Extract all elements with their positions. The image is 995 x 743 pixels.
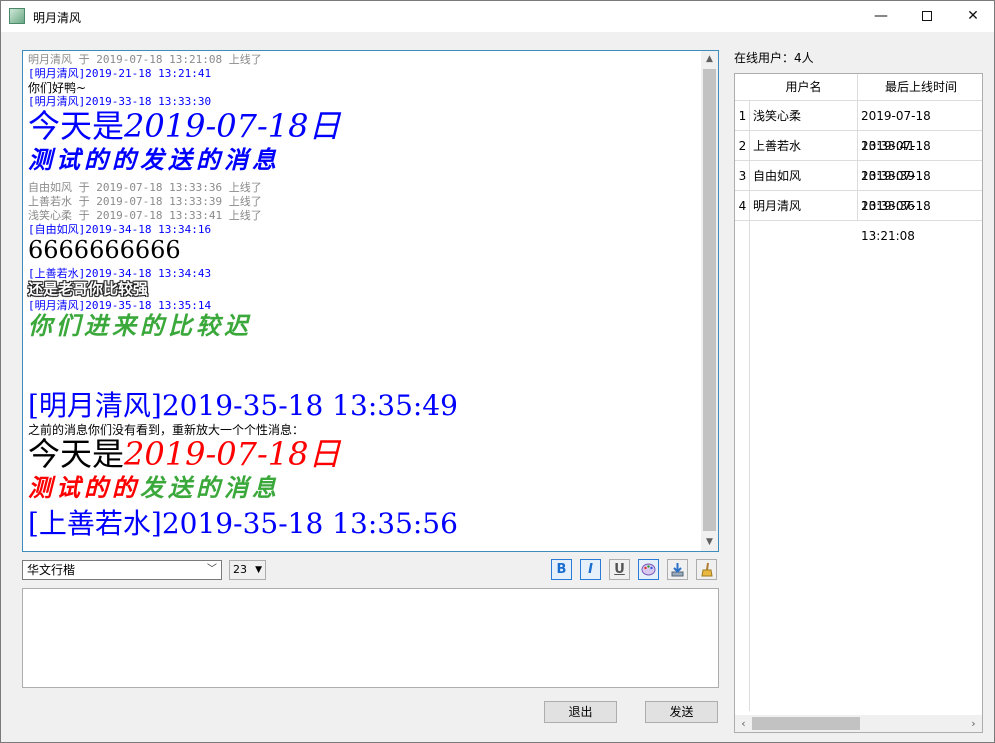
message-fragment: 发送的消息 — [140, 473, 280, 502]
message-fragment: 今天是 — [28, 435, 125, 473]
minimize-button[interactable]: — — [858, 1, 904, 32]
row-number: 1 — [738, 109, 747, 123]
column-header-last-online[interactable]: 最后上线时间 — [858, 74, 982, 101]
chevron-down-icon: ﹀ — [207, 564, 217, 575]
chat-messages: 明月清风 于 2019-07-18 13:21:08 上线了 [明月清风]2019… — [28, 54, 703, 542]
table-row[interactable]: 4 明月清风 2019-07-18 13:21:08 — [735, 191, 982, 243]
format-toolbar: 华文行楷 ﹀ 23 ▼ B I U — [22, 558, 719, 582]
chat-message: 自由如风 于 2019-07-18 13:33:36 上线了 — [28, 181, 262, 194]
last-online-cell: 2019-07-18 13:33:41 — [861, 109, 931, 153]
chat-scrollbar[interactable]: ▲ ▼ — [701, 51, 718, 551]
bold-button[interactable]: B — [551, 559, 572, 580]
bold-icon: B — [556, 562, 567, 577]
chat-message: [明月清风]2019-21-18 13:21:41 — [28, 67, 212, 80]
chat-message: 今天是2019-07-18日 — [28, 110, 703, 148]
last-online-cell: 2019-07-18 13:21:08 — [861, 199, 931, 243]
last-online-cell: 2019-07-18 13:33:36 — [861, 169, 931, 213]
chat-message: 还是老哥你比较强 — [28, 280, 149, 298]
broom-icon — [701, 562, 713, 577]
table-hscrollbar[interactable]: ‹ › — [735, 715, 982, 732]
hscroll-thumb[interactable] — [752, 717, 860, 730]
scroll-right-icon[interactable]: › — [965, 715, 982, 732]
send-button[interactable]: 发送 — [645, 701, 718, 723]
message-fragment: 今天是 — [28, 107, 125, 145]
maximize-button[interactable] — [904, 1, 950, 32]
maximize-icon — [922, 11, 932, 21]
row-number: 2 — [738, 139, 747, 153]
chat-message: 6666666666 — [28, 236, 181, 264]
main-window: 明月清风 — ✕ 明月清风 于 2019-07-18 13:21:08 上线了[… — [0, 0, 995, 743]
chat-message: 你们好鸭~ — [28, 81, 87, 95]
row-number: 4 — [738, 199, 747, 213]
table-row[interactable]: 1 浅笑心柔 2019-07-18 13:33:41 — [735, 101, 982, 153]
dropdown-arrow-icon: ▼ — [255, 565, 262, 575]
close-button[interactable]: ✕ — [950, 1, 995, 32]
color-palette-icon — [641, 563, 656, 576]
table-row[interactable]: 2 上善若水 2019-07-18 13:33:39 — [735, 131, 982, 183]
message-fragment: 测试的的 — [28, 473, 140, 502]
chat-message: 测试的的发送的消息 — [28, 476, 703, 510]
table-header: 用户名 最后上线时间 — [735, 74, 982, 101]
username-cell: 自由如风 — [750, 161, 858, 191]
underline-icon: U — [614, 562, 625, 577]
title-bar[interactable]: 明月清风 — ✕ — [1, 1, 994, 32]
message-fragment: 2019-07-18日 — [124, 107, 341, 145]
online-users-table[interactable]: 用户名 最后上线时间 1 浅笑心柔 2019-07-18 13:33:41 2 上善若水… — [734, 73, 983, 733]
online-users-label: 在线用户：4人 — [734, 51, 814, 65]
username-cell: 上善若水 — [750, 131, 858, 161]
font-family-value: 华文行楷 — [27, 563, 76, 577]
scroll-up-icon[interactable]: ▲ — [701, 51, 718, 68]
scroll-left-icon[interactable]: ‹ — [735, 715, 752, 732]
font-size-value: 23 — [233, 563, 247, 576]
chat-message: 上善若水 于 2019-07-18 13:33:39 上线了 — [28, 195, 262, 208]
font-size-select[interactable]: 23 ▼ — [229, 560, 266, 580]
italic-button[interactable]: I — [580, 559, 601, 580]
column-header-username[interactable]: 用户名 — [750, 74, 858, 101]
app-icon — [9, 8, 25, 24]
color-button[interactable] — [638, 559, 659, 580]
table-row[interactable]: 3 自由如风 2019-07-18 13:33:36 — [735, 161, 982, 213]
username-cell: 明月清风 — [750, 191, 858, 221]
download-icon — [671, 563, 684, 577]
username-cell: 浅笑心柔 — [750, 101, 858, 131]
scroll-down-icon[interactable]: ▼ — [701, 534, 718, 551]
italic-icon: I — [588, 562, 593, 577]
chat-message: 今天是2019-07-18日 — [28, 438, 703, 476]
underline-button[interactable]: U — [609, 559, 630, 580]
exit-button[interactable]: 退出 — [544, 701, 617, 723]
window-title: 明月清风 — [33, 11, 82, 25]
row-number: 3 — [738, 169, 747, 183]
message-fragment: 2019-07-18日 — [124, 435, 341, 473]
font-family-select[interactable]: 华文行楷 ﹀ — [22, 560, 222, 580]
chat-history[interactable]: 明月清风 于 2019-07-18 13:21:08 上线了 [明月清风]2019… — [22, 50, 719, 552]
scroll-thumb[interactable] — [703, 69, 716, 531]
save-record-button[interactable] — [667, 559, 688, 580]
last-online-cell: 2019-07-18 13:33:39 — [861, 139, 931, 183]
chat-message: 你们进来的比较迟 — [28, 311, 252, 340]
chat-message: 浅笑心柔 于 2019-07-18 13:33:41 上线了 — [28, 209, 262, 222]
clear-button[interactable] — [696, 559, 717, 580]
message-input[interactable] — [22, 588, 719, 688]
chat-message: [明月清风]2019-35-18 13:35:49 — [28, 389, 458, 422]
chat-message: [上善若水]2019-35-18 13:35:56 — [28, 507, 458, 540]
chat-message: 明月清风 于 2019-07-18 13:21:08 上线了 — [28, 53, 262, 66]
chat-message: 测试的的发送的消息 — [28, 145, 280, 174]
